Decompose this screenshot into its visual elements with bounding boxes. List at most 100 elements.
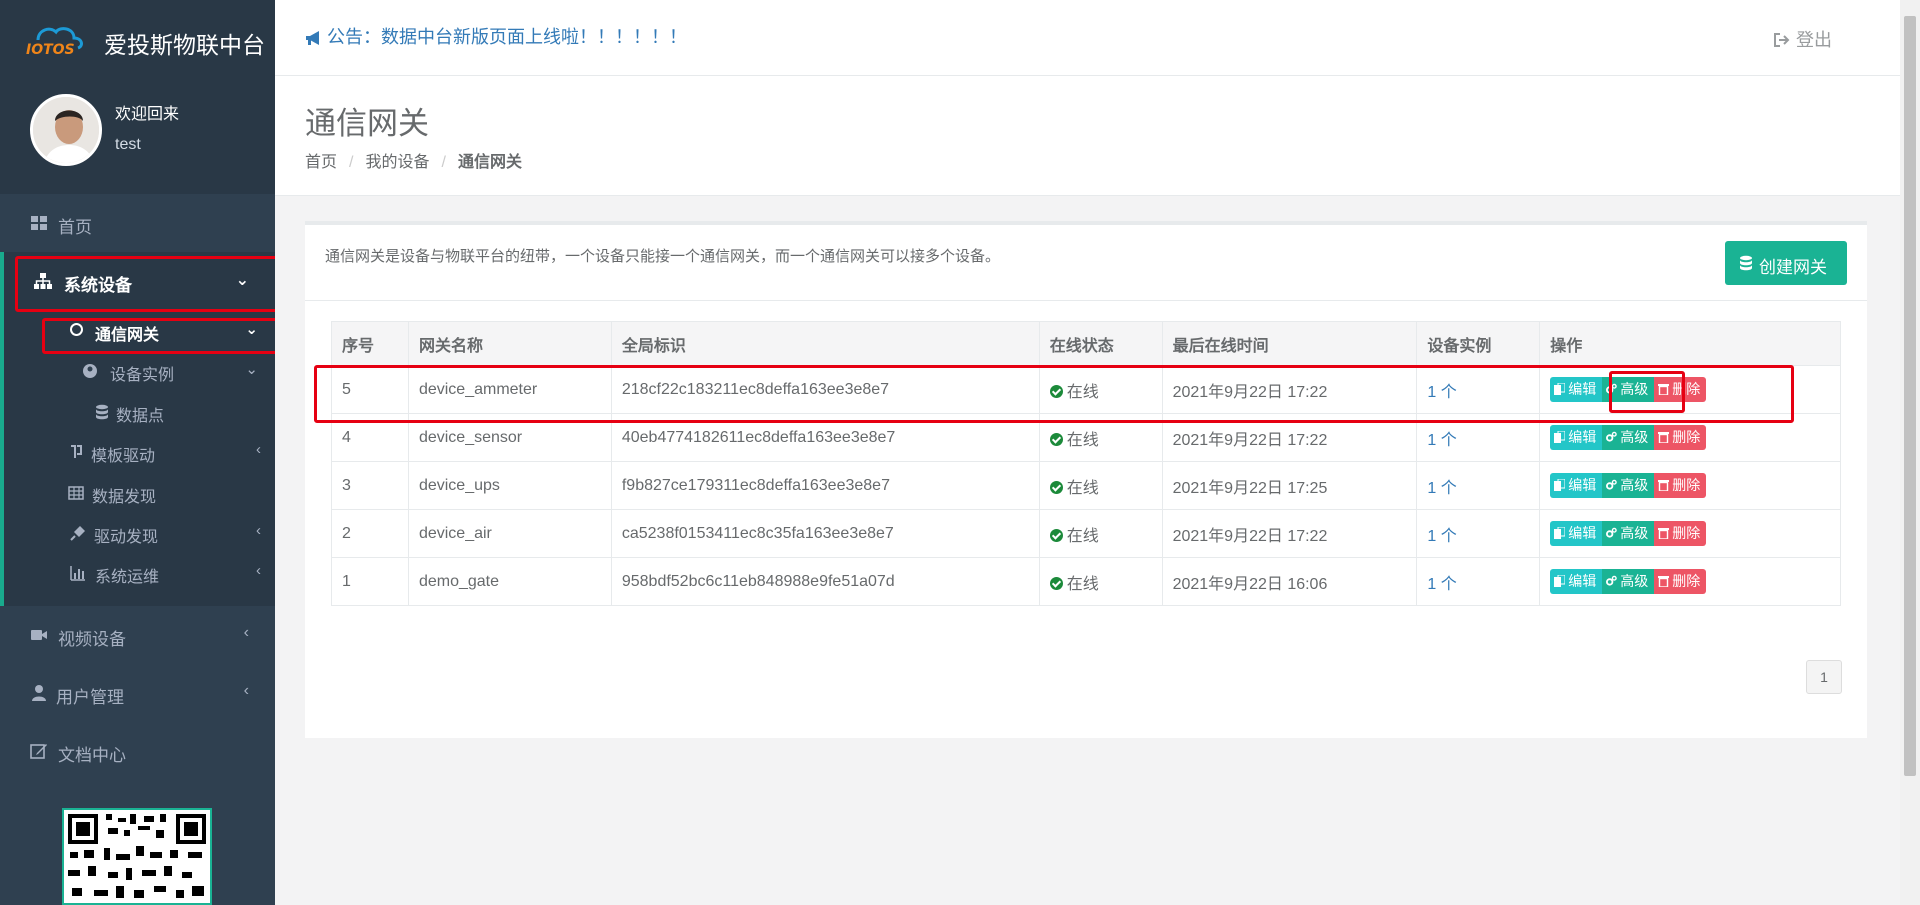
top-navbar: 公告：数据中台新版页面上线啦！！！！！！ 登出	[275, 0, 1900, 76]
brand-title: 爱投斯物联中台	[104, 32, 265, 58]
create-gateway-label: 创建网关	[1759, 258, 1827, 277]
status-text: 在线	[1066, 527, 1099, 545]
annotation-box-first-row	[314, 365, 1794, 423]
trash-icon	[1658, 432, 1670, 443]
gateway-table: 序号 网关名称 全局标识 在线状态 最后在线时间 设备实例 操作 5 devic…	[331, 321, 1841, 606]
cell-instances: 1 个	[1416, 557, 1541, 606]
cogs-icon	[1606, 431, 1618, 442]
chevron-down-icon: ⌄	[245, 361, 258, 378]
advanced-button[interactable]: 高级	[1602, 521, 1655, 546]
username: test	[115, 136, 141, 153]
cell-actions: 编辑 高级 删除	[1539, 557, 1841, 606]
cogs-icon	[1606, 479, 1618, 490]
advanced-button[interactable]: 高级	[1602, 569, 1655, 594]
plug-icon	[70, 526, 85, 541]
user-icon	[32, 685, 46, 701]
column-header-instances[interactable]: 设备实例	[1416, 321, 1541, 366]
create-gateway-button[interactable]: 创建网关	[1725, 241, 1847, 285]
trash-icon	[1658, 576, 1670, 587]
column-header-last-online[interactable]: 最后在线时间	[1161, 321, 1418, 366]
nav-user-management-label: 用户管理	[56, 688, 124, 707]
nav-system-ops[interactable]: 系统运维 ‹	[0, 554, 275, 592]
breadcrumb-current: 通信网关	[457, 154, 522, 171]
breadcrumb-home[interactable]: 首页	[305, 154, 337, 171]
instances-link[interactable]: 1 个	[1427, 528, 1456, 545]
cell-last-online: 2021年9月22日 16:06	[1161, 557, 1418, 606]
nav-data-discovery[interactable]: 数据发现	[0, 474, 275, 512]
instances-link[interactable]: 1 个	[1427, 480, 1456, 497]
annotation-box-system-devices	[15, 256, 275, 312]
database-icon	[1740, 255, 1752, 271]
cell-status: 在线	[1038, 557, 1163, 606]
delete-label: 删除	[1672, 573, 1701, 589]
column-header-index[interactable]: 序号	[331, 321, 409, 366]
edit-label: 编辑	[1568, 525, 1597, 541]
advanced-button[interactable]: 高级	[1602, 473, 1655, 498]
nav-driver-discovery[interactable]: 驱动发现 ‹	[0, 514, 275, 552]
delete-button[interactable]: 删除	[1654, 521, 1707, 546]
cell-name: device_air	[407, 509, 612, 558]
cell-uid: f9b827ce179311ec8deffa163ee3e8e7	[610, 461, 1040, 510]
nav-template-driver[interactable]: 模板驱动 ‹	[0, 433, 275, 471]
logout-link[interactable]: 登出	[1774, 26, 1832, 52]
nav-user-management[interactable]: 用户管理 ‹	[0, 670, 275, 718]
template-driver-icon	[71, 445, 82, 458]
avatar[interactable]	[30, 94, 102, 166]
pagination-page-1[interactable]: 1	[1806, 660, 1842, 694]
nav-device-instance[interactable]: 设备实例 ⌄	[0, 352, 275, 390]
delete-button[interactable]: 删除	[1654, 425, 1707, 450]
instance-icon	[83, 364, 97, 378]
status-text: 在线	[1066, 575, 1099, 593]
nav-docs-center[interactable]: 文档中心	[0, 728, 275, 776]
delete-label: 删除	[1672, 477, 1701, 493]
announcement[interactable]: 公告：数据中台新版页面上线啦！！！！！！	[305, 23, 687, 49]
check-circle-icon	[1049, 576, 1063, 590]
delete-button[interactable]: 删除	[1654, 473, 1707, 498]
welcome-text: 欢迎回来	[115, 106, 180, 123]
cell-instances: 1 个	[1416, 509, 1541, 558]
check-circle-icon	[1049, 480, 1063, 494]
column-header-uid[interactable]: 全局标识	[610, 321, 1040, 366]
nav-home[interactable]: 首页	[0, 200, 275, 248]
delete-button[interactable]: 删除	[1654, 569, 1707, 594]
cell-uid: ca5238f0153411ec8c35fa163ee3e8e7	[610, 509, 1040, 558]
edit-button[interactable]: 编辑	[1550, 521, 1603, 546]
edit-label: 编辑	[1568, 573, 1597, 589]
scrollbar[interactable]	[1900, 0, 1920, 905]
chevron-left-icon: ‹	[243, 624, 249, 641]
nav-template-driver-label: 模板驱动	[91, 448, 156, 465]
cell-status: 在线	[1038, 461, 1163, 510]
nav-data-points[interactable]: 数据点	[0, 393, 275, 431]
scrollbar-thumb[interactable]	[1904, 16, 1916, 776]
cell-name: demo_gate	[407, 557, 612, 606]
edit-label: 编辑	[1568, 477, 1597, 493]
sidebar: IOTOS 爱投斯物联中台 欢迎回来 test 首页 系统设备 ⌄ 通信网关 ⌄	[0, 0, 275, 905]
nav-video-devices[interactable]: 视频设备 ‹	[0, 612, 275, 660]
copy-icon	[1554, 431, 1566, 443]
table-header-row: 序号 网关名称 全局标识 在线状态 最后在线时间 设备实例 操作	[331, 321, 1841, 366]
advanced-button[interactable]: 高级	[1602, 425, 1655, 450]
edit-button[interactable]: 编辑	[1550, 473, 1603, 498]
table-row: 3 device_ups f9b827ce179311ec8deffa163ee…	[331, 461, 1841, 510]
status-text: 在线	[1066, 479, 1099, 497]
edit-button[interactable]: 编辑	[1550, 569, 1603, 594]
cell-index: 1	[331, 557, 409, 606]
instances-link[interactable]: 1 个	[1427, 576, 1456, 593]
column-header-status[interactable]: 在线状态	[1038, 321, 1163, 366]
edit-document-icon	[30, 744, 47, 759]
advanced-label: 高级	[1620, 477, 1649, 493]
nav-data-discovery-label: 数据发现	[92, 489, 157, 506]
breadcrumb-my-devices[interactable]: 我的设备	[365, 154, 429, 171]
edit-button[interactable]: 编辑	[1550, 425, 1603, 450]
copy-icon	[1554, 527, 1566, 539]
nav-device-instance-label: 设备实例	[110, 367, 175, 384]
check-circle-icon	[1049, 528, 1063, 542]
table-icon	[68, 486, 84, 500]
column-header-name[interactable]: 网关名称	[407, 321, 612, 366]
page-header: 通信网关 首页 / 我的设备 / 通信网关	[275, 76, 1900, 196]
breadcrumb: 首页 / 我的设备 / 通信网关	[305, 148, 522, 172]
chevron-left-icon: ‹	[243, 682, 249, 699]
advanced-label: 高级	[1620, 429, 1649, 445]
instances-link[interactable]: 1 个	[1427, 432, 1456, 449]
chevron-left-icon: ‹	[256, 522, 261, 539]
